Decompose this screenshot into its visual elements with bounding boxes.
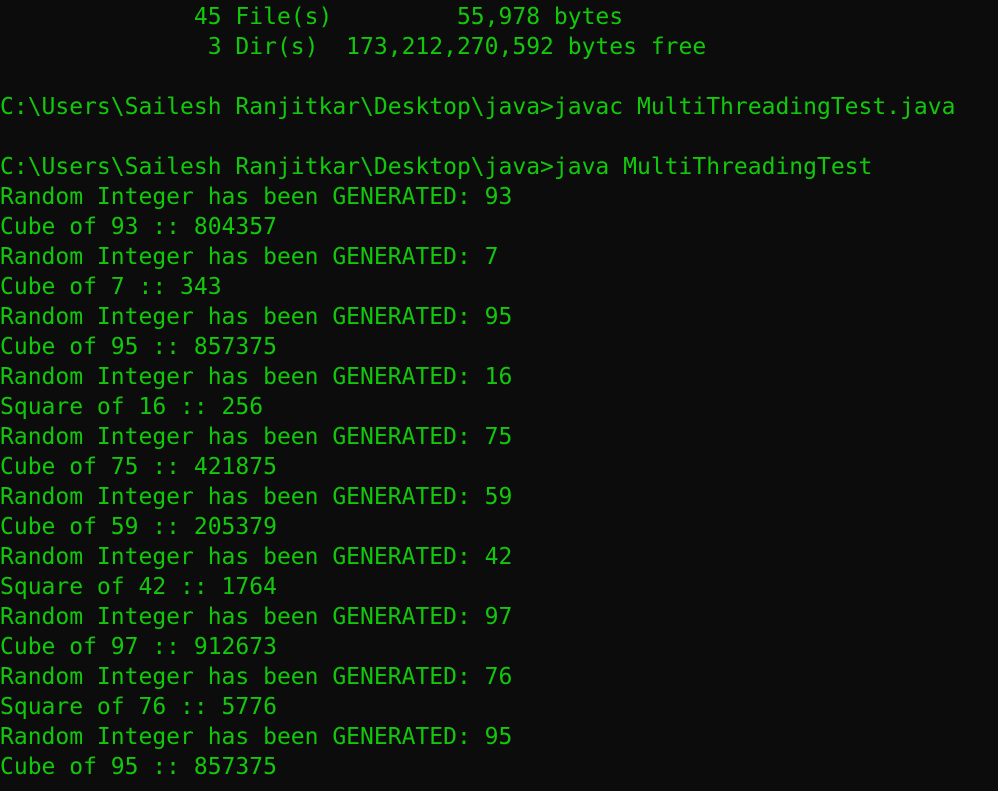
terminal-line-output: Random Integer has been GENERATED: 95 bbox=[0, 304, 513, 330]
terminal-line-output: Random Integer has been GENERATED: 76 bbox=[0, 664, 513, 690]
terminal-line-output: Random Integer has been GENERATED: 59 bbox=[0, 484, 513, 510]
terminal-line-output: Random Integer has been GENERATED: 97 bbox=[0, 604, 513, 630]
terminal-line-output: Cube of 93 :: 804357 bbox=[0, 214, 277, 240]
terminal-line-output: Random Integer has been GENERATED: 42 bbox=[0, 544, 513, 570]
terminal-line-output: Random Integer has been GENERATED: 16 bbox=[0, 364, 513, 390]
terminal-line-output: Cube of 75 :: 421875 bbox=[0, 454, 277, 480]
terminal-output[interactable]: 45 File(s) 55,978 bytes 3 Dir(s) 173,212… bbox=[0, 2, 998, 791]
terminal-line-output: Random Integer has been GENERATED: 93 bbox=[0, 184, 513, 210]
terminal-line-output: Cube of 95 :: 857375 bbox=[0, 334, 277, 360]
terminal-line-output: Cube of 59 :: 205379 bbox=[0, 514, 277, 540]
terminal-line-output: Cube of 97 :: 912673 bbox=[0, 634, 277, 660]
terminal-line-output: Random Integer has been GENERATED: 95 bbox=[0, 724, 513, 750]
terminal-line-output: Square of 76 :: 5776 bbox=[0, 694, 277, 720]
terminal-line-output: Square of 16 :: 256 bbox=[0, 394, 264, 420]
terminal-line-output: Random Integer has been GENERATED: 75 bbox=[0, 424, 513, 450]
terminal-line-javac-command: C:\Users\Sailesh Ranjitkar\Desktop\java>… bbox=[0, 94, 956, 120]
terminal-line-output: Random Integer has been GENERATED: 7 bbox=[0, 244, 499, 270]
terminal-line-file-count: 45 File(s) 55,978 bytes bbox=[0, 4, 624, 30]
terminal-line-output: Square of 42 :: 1764 bbox=[0, 574, 277, 600]
terminal-line-output: Cube of 95 :: 857375 bbox=[0, 754, 277, 780]
terminal-line-output: Cube of 7 :: 343 bbox=[0, 274, 222, 300]
terminal-line-java-command: C:\Users\Sailesh Ranjitkar\Desktop\java>… bbox=[0, 154, 873, 180]
terminal-line-dir-count: 3 Dir(s) 173,212,270,592 bytes free bbox=[0, 34, 707, 60]
